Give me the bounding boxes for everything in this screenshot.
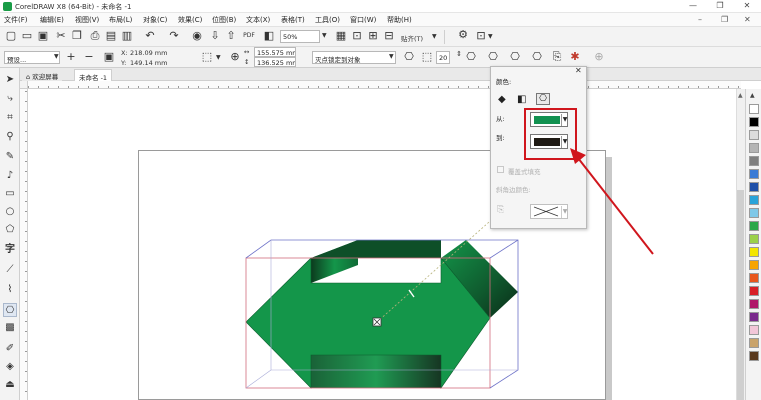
palette-swatch[interactable]: [749, 312, 759, 322]
extrude-side-top: [311, 240, 441, 258]
docker-close-button[interactable]: ✕: [575, 66, 582, 75]
palette-swatch[interactable]: [749, 221, 759, 231]
palette-swatch[interactable]: [749, 208, 759, 218]
palette-swatch[interactable]: [749, 325, 759, 335]
palette-swatch[interactable]: [749, 117, 759, 127]
palette-swatch[interactable]: [749, 247, 759, 257]
palette-swatch[interactable]: [749, 143, 759, 153]
shade-fill-icon[interactable]: ⎔: [536, 93, 550, 105]
no-color-icon: [533, 206, 559, 217]
from-color-picker[interactable]: ▼: [530, 112, 568, 127]
use-object-fill-icon[interactable]: ◆: [498, 94, 506, 105]
palette-swatch[interactable]: [749, 286, 759, 296]
extrude-side-bottom: [311, 355, 441, 388]
palette-swatch[interactable]: [749, 234, 759, 244]
palette-swatch[interactable]: [749, 156, 759, 166]
bbox-edge: [245, 369, 272, 389]
overprint-label: 覆盖式填充: [508, 168, 541, 176]
palette-swatch[interactable]: [749, 130, 759, 140]
solid-fill-icon[interactable]: ◧: [517, 94, 526, 105]
palette-swatch[interactable]: [749, 195, 759, 205]
palette-scroll-up-icon[interactable]: ▲: [750, 92, 755, 99]
chevron-down-icon: ▼: [561, 114, 568, 126]
scroll-up-icon[interactable]: ▲: [738, 92, 743, 99]
palette-swatch[interactable]: [749, 104, 759, 114]
palette-swatch[interactable]: [749, 260, 759, 270]
palette-swatch[interactable]: [749, 351, 759, 361]
docker-color-heading: 颜色:: [496, 78, 512, 86]
bevel-color-label: 斜角边颜色:: [496, 186, 531, 194]
from-label: 从:: [496, 115, 505, 123]
palette-swatch[interactable]: [749, 273, 759, 283]
to-color-swatch: [534, 138, 560, 146]
chevron-down-icon: ▼: [561, 136, 568, 148]
extruded-arrow-object[interactable]: [0, 0, 761, 400]
palette-swatch[interactable]: [749, 338, 759, 348]
vertical-scrollbar-thumb[interactable]: [737, 190, 744, 400]
bbox-edge: [489, 239, 519, 259]
palette-swatch[interactable]: [749, 299, 759, 309]
overprint-checkbox[interactable]: [497, 166, 504, 173]
to-label: 到:: [496, 134, 505, 142]
bevel-color-picker[interactable]: ▼: [530, 204, 568, 219]
palette-swatch[interactable]: [749, 169, 759, 179]
chevron-down-icon: ▼: [561, 206, 568, 218]
from-color-swatch: [534, 116, 560, 124]
to-color-picker[interactable]: ▼: [530, 134, 568, 149]
palette-swatch[interactable]: [749, 182, 759, 192]
bevel-object-fill-icon[interactable]: ⎘: [497, 205, 504, 215]
